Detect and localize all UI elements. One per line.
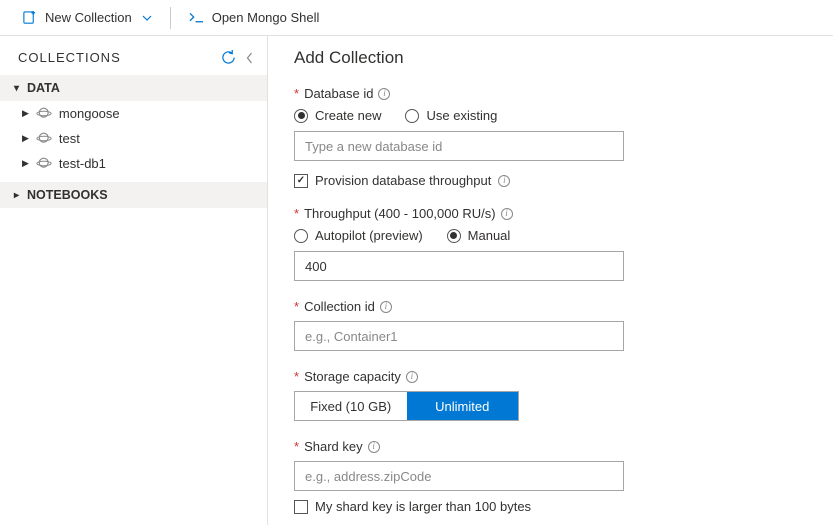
info-icon[interactable]: i bbox=[501, 208, 513, 220]
radio-autopilot[interactable]: Autopilot (preview) bbox=[294, 228, 423, 243]
db-label: test-db1 bbox=[59, 156, 106, 171]
provision-checkbox[interactable]: Provision database throughput i bbox=[294, 173, 805, 188]
database-icon bbox=[36, 107, 52, 120]
open-shell-button[interactable]: Open Mongo Shell bbox=[179, 0, 330, 35]
sidebar: COLLECTIONS ▾ DATA ▶ bbox=[0, 36, 268, 525]
collection-id-label: * Collection id i bbox=[294, 299, 805, 314]
db-label: mongoose bbox=[59, 106, 120, 121]
radio-icon bbox=[447, 229, 461, 243]
caret-down-icon: ▾ bbox=[14, 83, 19, 94]
radio-use-existing[interactable]: Use existing bbox=[405, 108, 497, 123]
section-data-label: DATA bbox=[27, 81, 60, 95]
tree-item-db[interactable]: ▶ test-db1 bbox=[0, 151, 267, 176]
shell-icon bbox=[189, 12, 204, 24]
info-icon[interactable]: i bbox=[498, 175, 510, 187]
caret-right-icon: ▶ bbox=[22, 158, 29, 169]
toolbar-separator bbox=[170, 7, 171, 29]
tree-item-db[interactable]: ▶ test bbox=[0, 126, 267, 151]
checkbox-icon bbox=[294, 500, 308, 514]
database-id-input[interactable] bbox=[294, 131, 624, 161]
storage-label: * Storage capacity i bbox=[294, 369, 805, 384]
collapse-icon[interactable] bbox=[246, 52, 253, 64]
shard-key-label: * Shard key i bbox=[294, 439, 805, 454]
radio-icon bbox=[294, 109, 308, 123]
caret-right-icon: ▶ bbox=[22, 133, 29, 144]
shard-key-input[interactable] bbox=[294, 461, 624, 491]
tree-section-data[interactable]: ▾ DATA bbox=[0, 75, 267, 101]
database-icon bbox=[36, 157, 52, 170]
toolbar: New Collection Open Mongo Shell bbox=[0, 0, 833, 36]
caret-right-icon: ▸ bbox=[14, 190, 19, 201]
db-label: test bbox=[59, 131, 80, 146]
throughput-input[interactable] bbox=[294, 251, 624, 281]
radio-icon bbox=[294, 229, 308, 243]
collections-title: COLLECTIONS bbox=[18, 50, 121, 65]
open-shell-label: Open Mongo Shell bbox=[212, 10, 320, 25]
storage-fixed-button[interactable]: Fixed (10 GB) bbox=[295, 392, 407, 420]
tree-section-notebooks[interactable]: ▸ NOTEBOOKS bbox=[0, 182, 267, 208]
radio-manual[interactable]: Manual bbox=[447, 228, 511, 243]
storage-unlimited-button[interactable]: Unlimited bbox=[407, 392, 519, 420]
chevron-down-icon bbox=[142, 15, 152, 21]
tree-item-db[interactable]: ▶ mongoose bbox=[0, 101, 267, 126]
throughput-label: * Throughput (400 - 100,000 RU/s) i bbox=[294, 206, 805, 221]
caret-right-icon: ▶ bbox=[22, 108, 29, 119]
shard-large-checkbox[interactable]: My shard key is larger than 100 bytes bbox=[294, 499, 805, 514]
new-collection-button[interactable]: New Collection bbox=[12, 0, 162, 35]
radio-icon bbox=[405, 109, 419, 123]
radio-create-new[interactable]: Create new bbox=[294, 108, 381, 123]
new-collection-label: New Collection bbox=[45, 10, 132, 25]
info-icon[interactable]: i bbox=[380, 301, 392, 313]
database-id-label: * Database id i bbox=[294, 86, 805, 101]
add-collection-panel: Add Collection * Database id i Create ne… bbox=[268, 36, 833, 525]
info-icon[interactable]: i bbox=[378, 88, 390, 100]
refresh-icon[interactable] bbox=[221, 50, 236, 65]
info-icon[interactable]: i bbox=[368, 441, 380, 453]
section-notebooks-label: NOTEBOOKS bbox=[27, 188, 108, 202]
checkbox-icon bbox=[294, 174, 308, 188]
collection-id-input[interactable] bbox=[294, 321, 624, 351]
new-collection-icon bbox=[22, 10, 37, 25]
database-icon bbox=[36, 132, 52, 145]
panel-title: Add Collection bbox=[294, 48, 805, 68]
info-icon[interactable]: i bbox=[406, 371, 418, 383]
storage-toggle: Fixed (10 GB) Unlimited bbox=[294, 391, 519, 421]
